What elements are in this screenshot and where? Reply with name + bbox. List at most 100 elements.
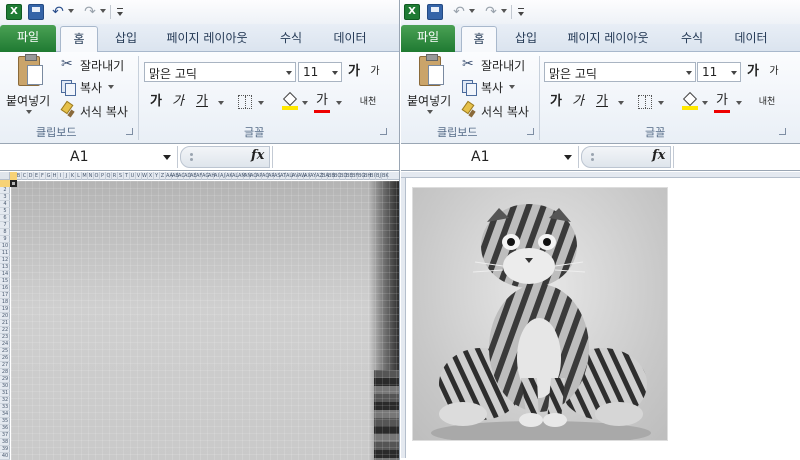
undo-icon[interactable]: ↶ — [50, 4, 66, 20]
cell-grid[interactable] — [406, 178, 800, 460]
redo-dropdown-icon[interactable] — [100, 9, 106, 13]
row-header[interactable]: 30 — [0, 383, 10, 390]
row-header[interactable]: 33 — [0, 404, 10, 411]
row-header[interactable]: 31 — [0, 390, 10, 397]
bold-button[interactable]: 가 — [548, 92, 564, 112]
font-size-select[interactable]: 11 — [697, 62, 741, 82]
copy-button[interactable]: 복사 — [481, 79, 503, 96]
borders-icon[interactable] — [638, 95, 652, 109]
shrink-font-button[interactable]: 가 — [368, 62, 382, 82]
name-box[interactable]: A1 — [0, 146, 178, 168]
redo-icon[interactable]: ↷ — [82, 4, 98, 20]
underline-dropdown-icon[interactable] — [618, 101, 624, 105]
italic-button[interactable]: 가 — [170, 92, 186, 112]
font-color-dropdown-icon[interactable] — [736, 101, 742, 105]
font-family-select[interactable]: 맑은 고딕 — [144, 62, 296, 82]
paste-icon[interactable] — [419, 54, 444, 86]
format-painter-icon[interactable] — [461, 102, 477, 118]
tab-insert[interactable]: 삽입 — [503, 26, 549, 52]
clipboard-launcher-icon[interactable] — [527, 128, 534, 135]
tab-page-layout[interactable]: 페이지 레이아웃 — [553, 26, 663, 52]
redo-dropdown-icon[interactable] — [501, 9, 507, 13]
row-header[interactable]: 16 — [0, 285, 10, 292]
underline-button[interactable]: 가 — [594, 92, 610, 112]
row-header[interactable]: 12 — [0, 257, 10, 264]
row-header[interactable]: 37 — [0, 432, 10, 439]
row-header[interactable]: 6 — [0, 215, 10, 222]
grow-font-button[interactable]: 가 — [346, 62, 362, 82]
insert-function-button[interactable]: fx — [251, 148, 264, 163]
redo-icon[interactable]: ↷ — [483, 4, 499, 20]
column-header[interactable]: BK — [382, 172, 389, 180]
row-header[interactable]: 19 — [0, 306, 10, 313]
row-header[interactable]: 2 — [0, 187, 10, 194]
paste-button[interactable]: 붙여넣기 — [6, 92, 50, 109]
resize-handle-icon[interactable] — [187, 151, 197, 163]
row-header[interactable]: 11 — [0, 250, 10, 257]
row-header[interactable]: 35 — [0, 418, 10, 425]
row-header[interactable]: 34 — [0, 411, 10, 418]
undo-icon[interactable]: ↶ — [451, 4, 467, 20]
copy-dropdown-icon[interactable] — [509, 85, 515, 89]
underline-button[interactable]: 가 — [194, 92, 210, 112]
name-box[interactable]: A1 — [401, 146, 579, 168]
tab-data[interactable]: 데이터 — [320, 26, 380, 52]
paste-icon[interactable] — [18, 54, 43, 86]
row-header[interactable]: 38 — [0, 439, 10, 446]
tab-data[interactable]: 데이터 — [721, 26, 781, 52]
tab-file[interactable]: 파일 — [0, 25, 56, 52]
format-painter-button[interactable]: 서식 복사 — [80, 103, 128, 120]
phonetic-button[interactable]: 내천 — [757, 92, 777, 112]
copy-dropdown-icon[interactable] — [108, 85, 114, 89]
undo-dropdown-icon[interactable] — [469, 9, 475, 13]
row-header[interactable]: 22 — [0, 327, 10, 334]
tab-insert[interactable]: 삽입 — [104, 26, 148, 52]
cell-grid[interactable] — [11, 181, 399, 460]
font-color-button[interactable]: 가 — [714, 91, 730, 111]
fill-color-dropdown-icon[interactable] — [302, 101, 308, 105]
borders-icon[interactable] — [238, 95, 252, 109]
row-header[interactable]: 10 — [0, 243, 10, 250]
undo-dropdown-icon[interactable] — [68, 9, 74, 13]
tab-home[interactable]: 홈 — [461, 26, 497, 53]
row-header[interactable]: 17 — [0, 292, 10, 299]
fill-color-icon[interactable] — [682, 93, 698, 110]
row-header[interactable]: 20 — [0, 313, 10, 320]
tab-formulas[interactable]: 수식 — [268, 26, 314, 52]
row-header[interactable]: 7 — [0, 222, 10, 229]
tab-page-layout[interactable]: 페이지 레이아웃 — [152, 26, 262, 52]
format-painter-icon[interactable] — [60, 102, 76, 118]
tab-formulas[interactable]: 수식 — [669, 26, 715, 52]
row-header[interactable]: 8 — [0, 229, 10, 236]
save-icon[interactable] — [427, 4, 443, 20]
font-size-select[interactable]: 11 — [298, 62, 342, 82]
row-header[interactable]: 9 — [0, 236, 10, 243]
italic-button[interactable]: 가 — [570, 92, 586, 112]
borders-dropdown-icon[interactable] — [258, 101, 264, 105]
cut-icon[interactable] — [60, 56, 76, 73]
grow-font-button[interactable]: 가 — [745, 62, 761, 82]
underline-dropdown-icon[interactable] — [218, 101, 224, 105]
bold-button[interactable]: 가 — [148, 92, 164, 112]
paste-dropdown-icon[interactable] — [26, 110, 32, 114]
copy-button[interactable]: 복사 — [80, 79, 102, 96]
font-launcher-icon[interactable] — [779, 128, 786, 135]
row-header[interactable]: 40 — [0, 453, 10, 460]
font-color-button[interactable]: 가 — [314, 91, 330, 111]
clipboard-launcher-icon[interactable] — [126, 128, 133, 135]
row-header[interactable]: 21 — [0, 320, 10, 327]
borders-dropdown-icon[interactable] — [658, 101, 664, 105]
save-icon[interactable] — [28, 4, 44, 20]
tab-file[interactable]: 파일 — [401, 25, 455, 52]
fill-color-icon[interactable] — [282, 93, 298, 110]
row-header[interactable]: 28 — [0, 369, 10, 376]
cut-icon[interactable] — [461, 56, 477, 73]
row-header[interactable]: 13 — [0, 264, 10, 271]
row-header[interactable]: 29 — [0, 376, 10, 383]
row-header[interactable]: 27 — [0, 362, 10, 369]
row-header[interactable]: 25 — [0, 348, 10, 355]
cut-button[interactable]: 잘라내기 — [481, 57, 525, 74]
shrink-font-button[interactable]: 가 — [767, 62, 781, 82]
copy-icon[interactable] — [461, 79, 477, 96]
row-header[interactable]: 26 — [0, 355, 10, 362]
